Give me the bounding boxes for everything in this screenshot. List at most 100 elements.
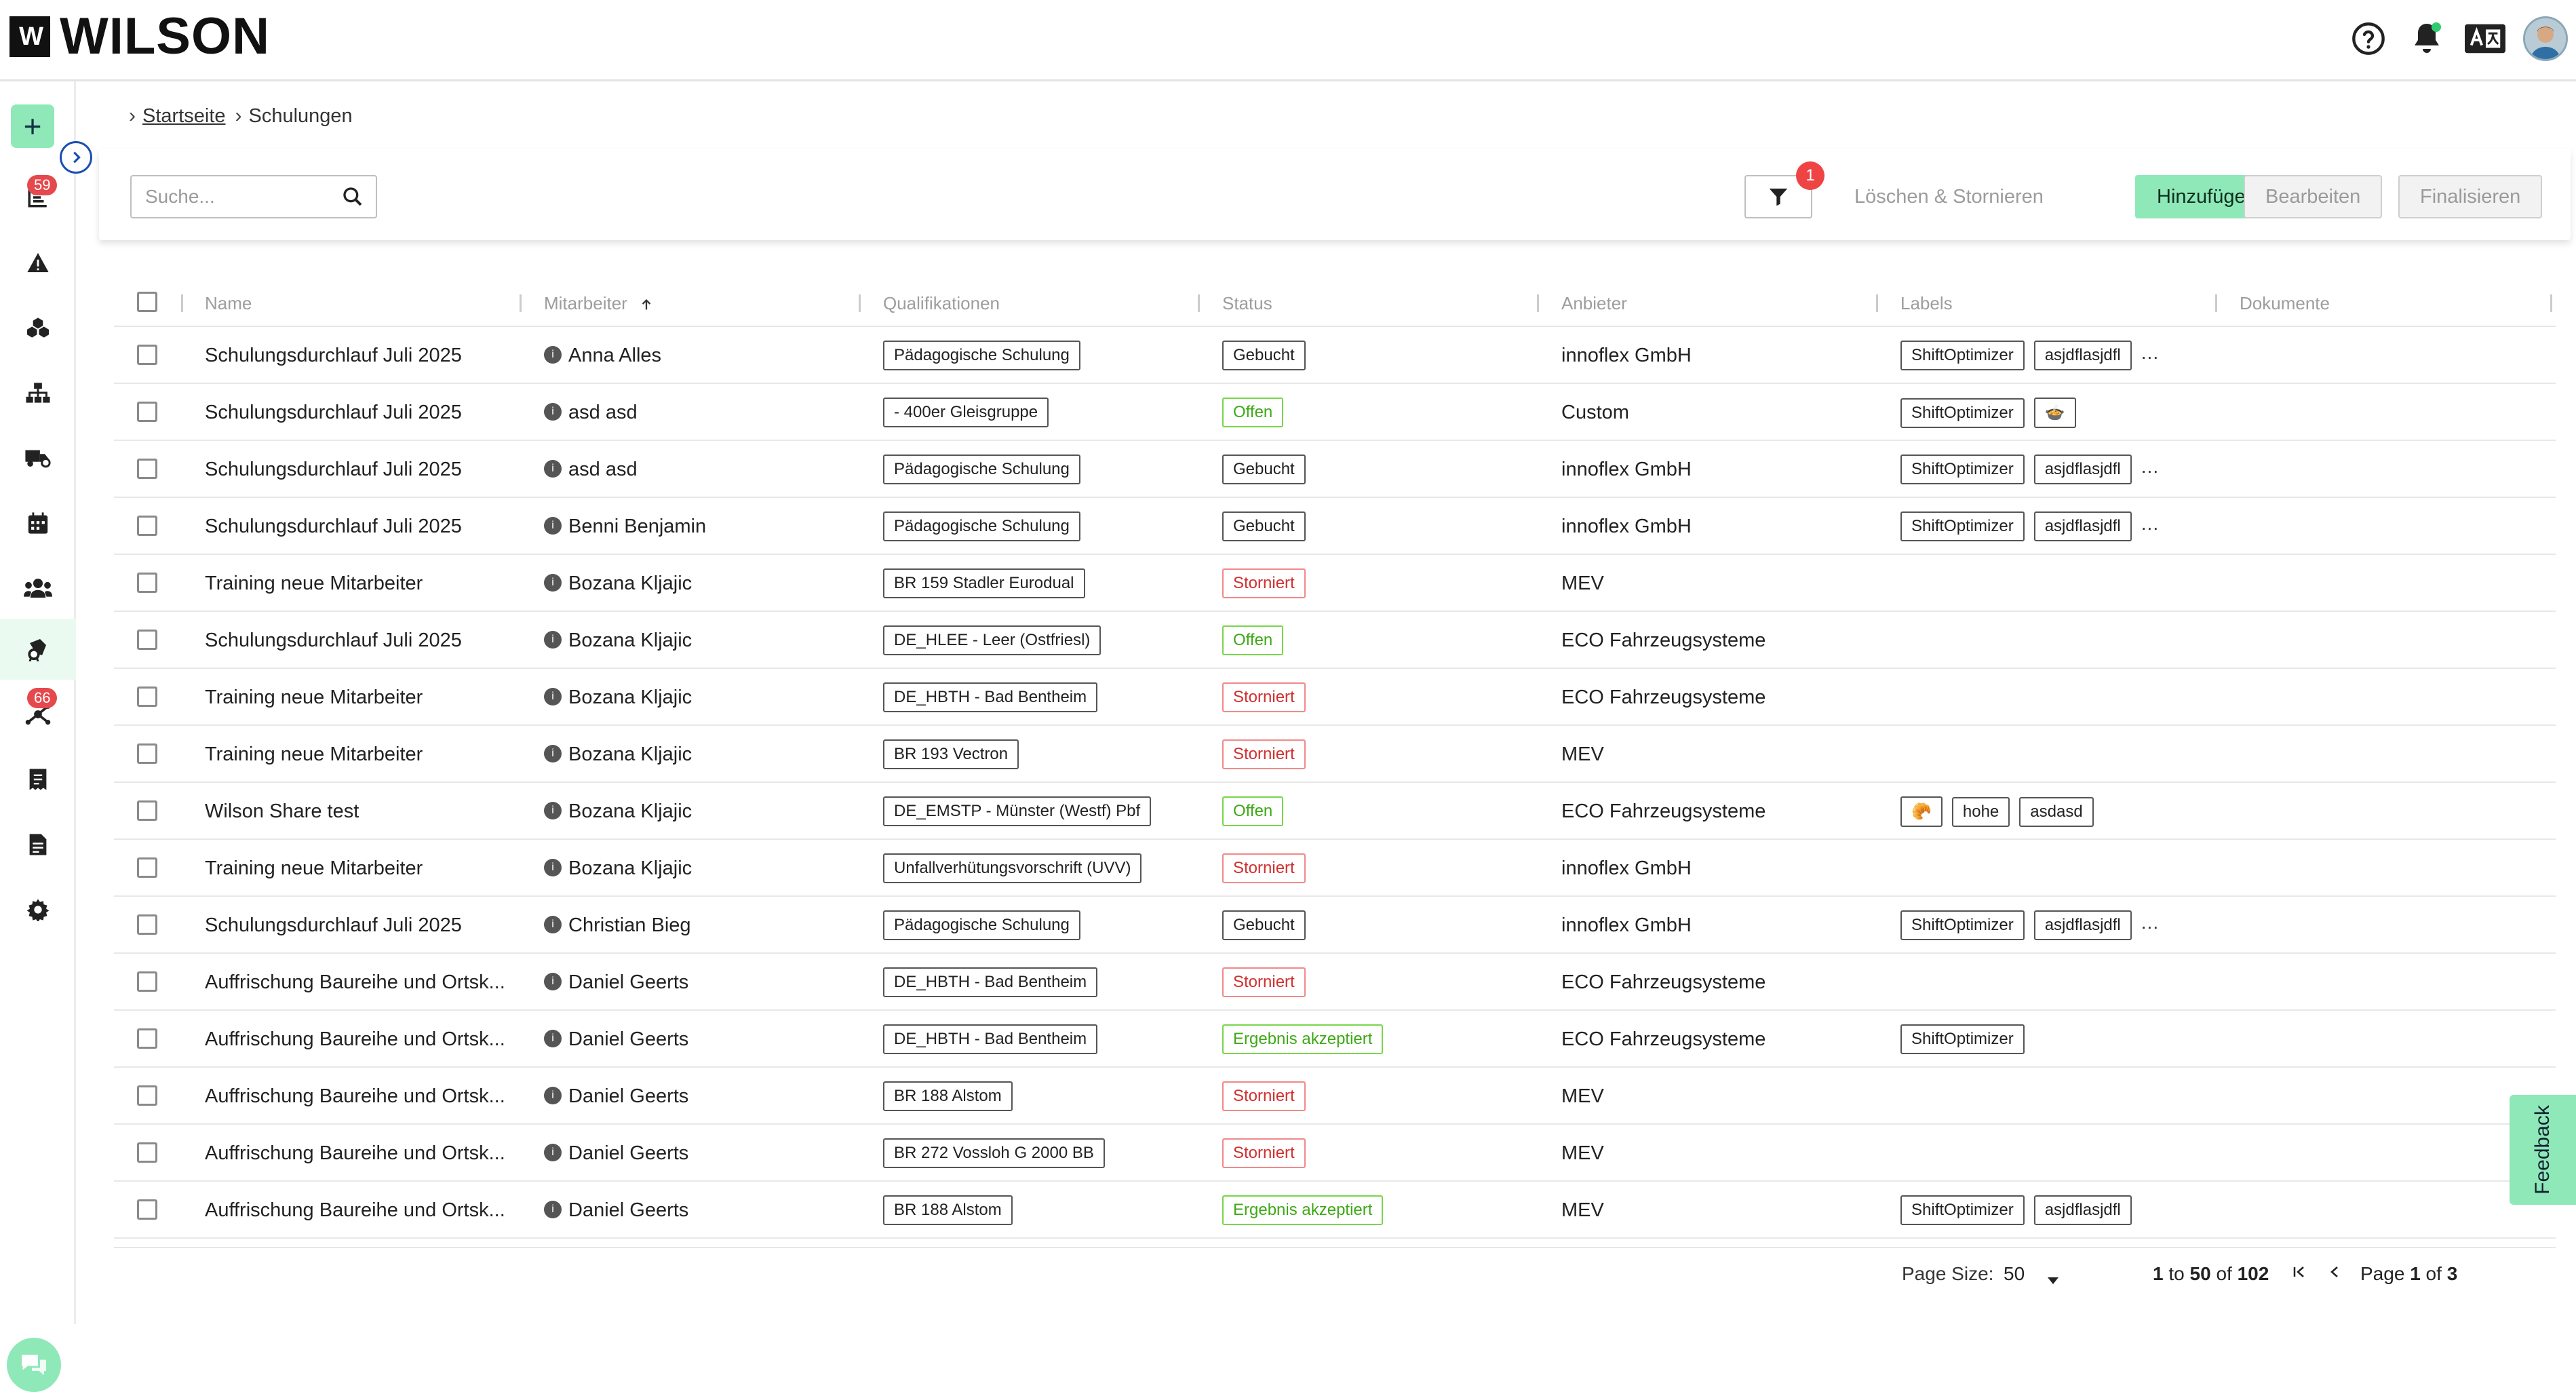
info-icon[interactable]: i bbox=[544, 460, 562, 478]
more-labels[interactable]: ... bbox=[2141, 456, 2159, 477]
more-labels[interactable]: ... bbox=[2141, 342, 2159, 363]
notification-bell-icon[interactable] bbox=[2406, 18, 2447, 59]
employee-name[interactable]: Daniel Geerts bbox=[568, 1142, 688, 1164]
table-row[interactable]: Auffrischung Baureihe und Ortsk... i Danie… bbox=[114, 1182, 2556, 1239]
breadcrumb-home-link[interactable]: Startseite bbox=[142, 105, 226, 128]
employee-name[interactable]: asd asd bbox=[568, 459, 638, 480]
first-page-icon[interactable] bbox=[2291, 1263, 2307, 1285]
info-icon[interactable]: i bbox=[544, 859, 562, 877]
sidebar-item-settings[interactable] bbox=[0, 879, 76, 940]
row-checkbox[interactable] bbox=[137, 971, 157, 992]
info-icon[interactable]: i bbox=[544, 631, 562, 649]
employee-name[interactable]: Bozana Kljajic bbox=[568, 630, 692, 651]
table-row[interactable]: Schulungsdurchlauf Juli 2025 i Bozana Klja… bbox=[114, 612, 2556, 669]
row-checkbox[interactable] bbox=[137, 743, 157, 764]
row-checkbox[interactable] bbox=[137, 402, 157, 422]
sidebar-item-documents[interactable] bbox=[0, 814, 76, 875]
more-labels[interactable]: ... bbox=[2141, 912, 2159, 933]
employee-name[interactable]: Bozana Kljajic bbox=[568, 687, 692, 708]
previous-page-icon[interactable] bbox=[2326, 1263, 2343, 1285]
row-checkbox[interactable] bbox=[137, 687, 157, 707]
employee-name[interactable]: Daniel Geerts bbox=[568, 1199, 688, 1221]
more-labels[interactable]: ... bbox=[2141, 513, 2159, 534]
header-employee[interactable]: Mitarbeiter bbox=[544, 293, 654, 314]
header-provider[interactable]: Anbieter bbox=[1561, 293, 1627, 314]
sidebar-item-list[interactable]: 59 bbox=[0, 167, 76, 228]
employee-name[interactable]: Christian Bieg bbox=[568, 914, 691, 936]
table-row[interactable]: Training neue Mitarbeiter i Bozana Kljajic… bbox=[114, 669, 2556, 726]
row-checkbox[interactable] bbox=[137, 1142, 157, 1163]
row-checkbox[interactable] bbox=[137, 1028, 157, 1049]
info-icon[interactable]: i bbox=[544, 973, 562, 991]
table-row[interactable]: Auffrischung Baureihe und Ortsk... i Danie… bbox=[114, 1068, 2556, 1125]
caret-down-icon[interactable] bbox=[2047, 1269, 2059, 1290]
table-row[interactable]: Training neue Mitarbeiter i Bozana Kljajic… bbox=[114, 840, 2556, 897]
employee-name[interactable]: Benni Benjamin bbox=[568, 516, 706, 537]
info-icon[interactable]: i bbox=[544, 916, 562, 934]
row-checkbox[interactable] bbox=[137, 459, 157, 479]
column-divider[interactable] bbox=[1876, 294, 1878, 312]
info-icon[interactable]: i bbox=[544, 1030, 562, 1048]
table-row[interactable]: Schulungsdurchlauf Juli 2025 i asd asd Päda… bbox=[114, 441, 2556, 498]
table-row[interactable]: Auffrischung Baureihe und Ortsk... i Danie… bbox=[114, 954, 2556, 1011]
employee-name[interactable]: Daniel Geerts bbox=[568, 1085, 688, 1107]
info-icon[interactable]: i bbox=[544, 688, 562, 706]
help-icon[interactable] bbox=[2348, 18, 2389, 59]
info-icon[interactable]: i bbox=[544, 1144, 562, 1162]
row-checkbox[interactable] bbox=[137, 857, 157, 878]
employee-name[interactable]: Bozana Kljajic bbox=[568, 800, 692, 822]
header-documents[interactable]: Dokumente bbox=[2240, 293, 2330, 314]
column-divider[interactable] bbox=[2550, 294, 2552, 312]
row-checkbox[interactable] bbox=[137, 914, 157, 935]
user-avatar[interactable] bbox=[2523, 16, 2568, 61]
header-name[interactable]: Name bbox=[205, 293, 252, 314]
row-checkbox[interactable] bbox=[137, 573, 157, 593]
sidebar-item-organization[interactable] bbox=[0, 362, 76, 423]
row-checkbox[interactable] bbox=[137, 516, 157, 536]
sidebar-item-warnings[interactable] bbox=[0, 232, 76, 293]
employee-name[interactable]: Daniel Geerts bbox=[568, 1028, 688, 1050]
info-icon[interactable]: i bbox=[544, 346, 562, 364]
create-button[interactable]: + bbox=[11, 104, 54, 148]
sidebar-item-resources[interactable] bbox=[0, 297, 76, 358]
table-row[interactable]: Training neue Mitarbeiter i Bozana Kljajic… bbox=[114, 555, 2556, 612]
info-icon[interactable]: i bbox=[544, 574, 562, 592]
table-row[interactable]: Schulungsdurchlauf Juli 2025 i Benni Benja… bbox=[114, 498, 2556, 555]
column-divider[interactable] bbox=[1537, 294, 1539, 312]
column-divider[interactable] bbox=[1198, 294, 1200, 312]
info-icon[interactable]: i bbox=[544, 1201, 562, 1219]
row-checkbox[interactable] bbox=[137, 1199, 157, 1220]
sidebar-item-calendar[interactable] bbox=[0, 492, 76, 554]
search-input[interactable] bbox=[145, 186, 335, 208]
employee-name[interactable]: Bozana Kljajic bbox=[568, 857, 692, 879]
delete-cancel-button[interactable]: Löschen & Stornieren bbox=[1854, 175, 2044, 218]
edit-button[interactable]: Bearbeiten bbox=[2244, 175, 2383, 218]
info-icon[interactable]: i bbox=[544, 1087, 562, 1105]
finalize-button[interactable]: Finalisieren bbox=[2398, 175, 2543, 218]
employee-name[interactable]: Anna Alles bbox=[568, 345, 661, 366]
column-divider[interactable] bbox=[2215, 294, 2217, 312]
info-icon[interactable]: i bbox=[544, 403, 562, 421]
translate-icon[interactable] bbox=[2465, 18, 2505, 59]
table-row[interactable]: Schulungsdurchlauf Juli 2025 i asd asd - 40… bbox=[114, 384, 2556, 441]
employee-name[interactable]: asd asd bbox=[568, 402, 638, 423]
header-status[interactable]: Status bbox=[1222, 293, 1272, 314]
employee-name[interactable]: Bozana Kljajic bbox=[568, 573, 692, 594]
search-icon[interactable] bbox=[342, 186, 364, 212]
sidebar-collapse-toggle[interactable] bbox=[60, 141, 92, 174]
sidebar-item-vehicles[interactable] bbox=[0, 427, 76, 488]
info-icon[interactable]: i bbox=[544, 745, 562, 763]
feedback-tab[interactable]: Feedback bbox=[2510, 1095, 2576, 1205]
table-row[interactable]: Schulungsdurchlauf Juli 2025 i Anna Alles P… bbox=[114, 327, 2556, 384]
chat-button[interactable] bbox=[7, 1338, 61, 1392]
employee-name[interactable]: Daniel Geerts bbox=[568, 971, 688, 993]
sidebar-item-employees[interactable] bbox=[0, 558, 76, 619]
sidebar-item-network[interactable]: 66 bbox=[0, 684, 76, 745]
employee-name[interactable]: Bozana Kljajic bbox=[568, 743, 692, 765]
table-row[interactable]: Training neue Mitarbeiter i Bozana Kljajic… bbox=[114, 726, 2556, 783]
table-row[interactable]: Wilson Share test i Bozana Kljajic DE_EMSTP… bbox=[114, 783, 2556, 840]
row-checkbox[interactable] bbox=[137, 800, 157, 821]
table-row[interactable]: Auffrischung Baureihe und Ortsk... i Danie… bbox=[114, 1125, 2556, 1182]
sidebar-item-invoices[interactable] bbox=[0, 749, 76, 810]
wilson-logo[interactable]: W WILSON bbox=[9, 11, 270, 62]
